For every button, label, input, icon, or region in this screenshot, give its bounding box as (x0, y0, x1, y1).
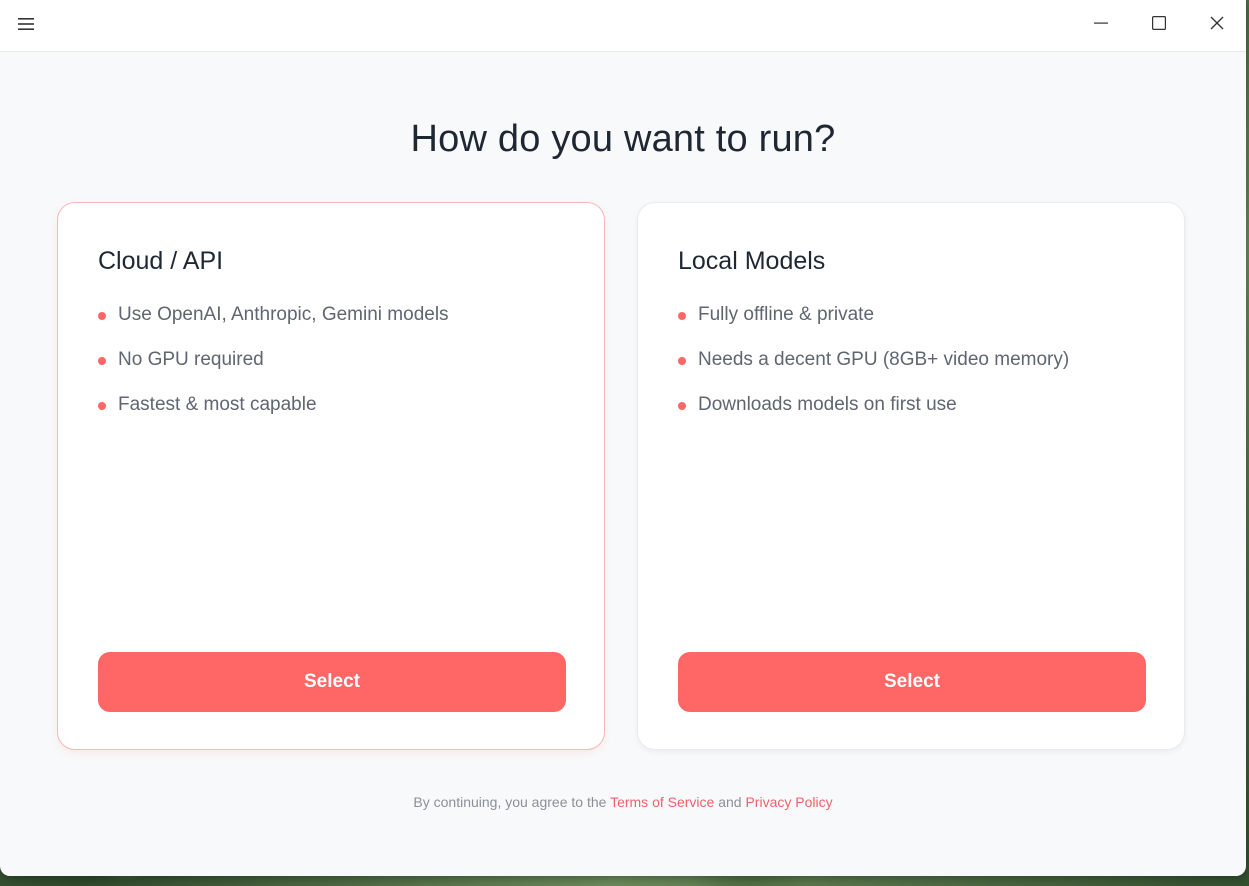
footer-prefix: By continuing, you agree to the (413, 794, 607, 810)
bullet-icon (678, 402, 686, 410)
feature-item: Use OpenAI, Anthropic, Gemini models (98, 300, 449, 345)
option-title: Local Models (678, 247, 826, 275)
feature-item: Downloads models on first use (678, 390, 1069, 435)
legal-footer: By continuing, you agree to the Terms of… (0, 794, 1246, 810)
maximize-button[interactable] (1130, 0, 1188, 51)
maximize-icon (1152, 16, 1167, 35)
minimize-icon (1094, 16, 1108, 35)
feature-item: Needs a decent GPU (8GB+ video memory) (678, 345, 1069, 390)
minimize-button[interactable] (1072, 0, 1130, 51)
feature-text: Fully offline & private (698, 304, 875, 325)
window-controls (1072, 0, 1246, 51)
option-card-cloud[interactable]: Cloud / API Use OpenAI, Anthropic, Gemin… (57, 202, 605, 750)
feature-text: Fastest & most capable (118, 394, 317, 415)
feature-text: Use OpenAI, Anthropic, Gemini models (118, 304, 449, 325)
privacy-policy-link[interactable]: Privacy Policy (745, 794, 832, 810)
page-title: How do you want to run? (410, 118, 836, 160)
feature-list: Use OpenAI, Anthropic, Gemini models No … (98, 300, 449, 435)
title-bar (0, 0, 1246, 52)
close-icon (1210, 16, 1224, 35)
hamburger-menu-icon (18, 17, 34, 36)
terms-of-service-link[interactable]: Terms of Service (610, 794, 714, 810)
feature-item: No GPU required (98, 345, 449, 390)
option-card-local[interactable]: Local Models Fully offline & private Nee… (637, 202, 1185, 750)
feature-text: Downloads models on first use (698, 394, 957, 415)
option-title: Cloud / API (98, 247, 224, 275)
bullet-icon (678, 357, 686, 365)
bullet-icon (678, 312, 686, 320)
bullet-icon (98, 357, 106, 365)
app-window: How do you want to run? Cloud / API Use … (0, 0, 1246, 876)
feature-text: Needs a decent GPU (8GB+ video memory) (698, 349, 1070, 370)
feature-item: Fastest & most capable (98, 390, 449, 435)
feature-text: No GPU required (118, 349, 264, 370)
footer-conjunction: and (718, 794, 742, 810)
feature-item: Fully offline & private (678, 300, 1069, 345)
feature-list: Fully offline & private Needs a decent G… (678, 300, 1069, 435)
menu-button[interactable] (10, 12, 42, 40)
close-button[interactable] (1188, 0, 1246, 51)
select-cloud-button[interactable]: Select (98, 652, 566, 712)
bullet-icon (98, 312, 106, 320)
select-local-button[interactable]: Select (678, 652, 1146, 712)
bullet-icon (98, 402, 106, 410)
